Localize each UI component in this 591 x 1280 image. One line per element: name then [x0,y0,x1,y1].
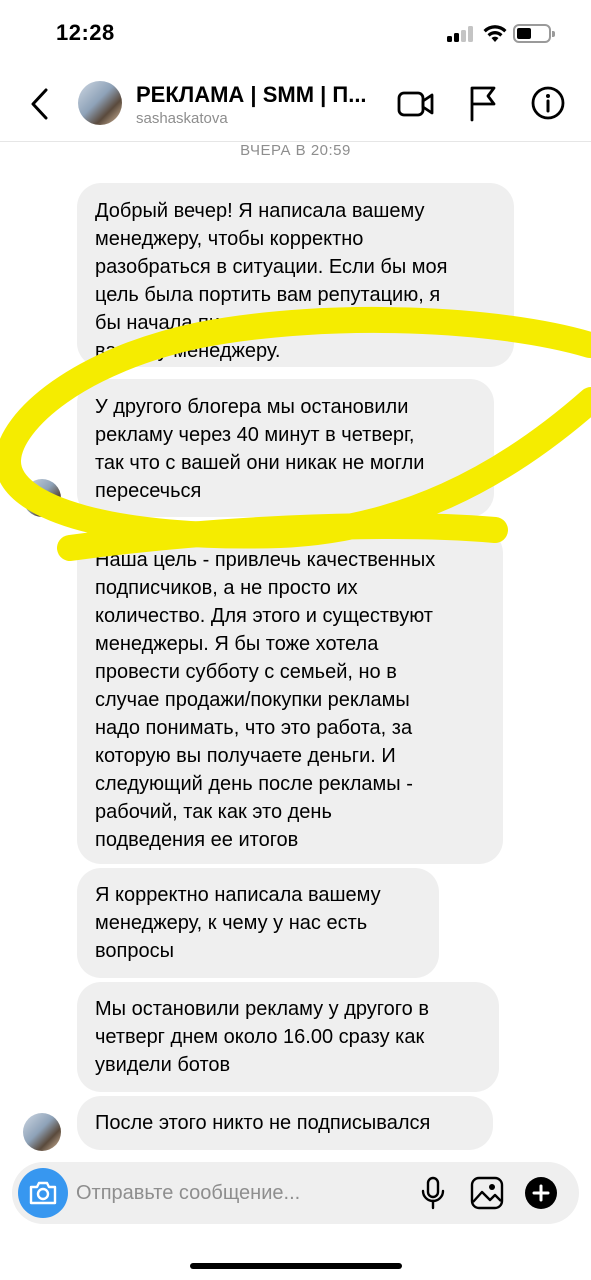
chat-username[interactable]: sashaskatova [136,110,228,127]
message-text: У другого блогера мы остановили рекламу … [95,396,425,502]
message-bubble[interactable]: Я корректно написала вашему менеджеру, к… [77,868,439,978]
image-gallery-icon [470,1176,504,1210]
cellular-signal-icon [447,26,475,42]
chat-title[interactable]: РЕКЛАМА | SMM | П... [136,82,367,108]
chevron-left-icon [31,88,48,120]
camera-button[interactable] [18,1168,68,1218]
gallery-button[interactable] [470,1176,504,1210]
status-time: 12:28 [56,20,115,45]
status-bar: 12:28 [0,0,591,68]
message-composer [12,1162,579,1224]
battery-icon [513,24,555,43]
message-bubble[interactable]: Добрый вечер! Я написала вашему менеджер… [77,183,514,367]
message-bubble[interactable]: Наша цель - привлечь качественных подпис… [77,529,503,864]
home-indicator [190,1263,402,1269]
message-bubble[interactable]: Мы остановили рекламу у другого в четвер… [77,982,499,1092]
microphone-icon [421,1176,445,1210]
more-options-button[interactable] [524,1176,558,1210]
message-text: Мы остановили рекламу у другого в четвер… [95,998,429,1076]
report-button[interactable] [466,84,500,122]
camera-icon [29,1181,57,1205]
back-button[interactable] [22,84,58,124]
sender-avatar[interactable] [23,1113,61,1151]
flag-icon [470,86,496,122]
message-text: Наша цель - привлечь качественных подпис… [95,549,436,851]
message-text: После этого никто не подписывался [95,1112,431,1134]
message-bubble[interactable]: У другого блогера мы остановили рекламу … [77,379,494,517]
message-text: Добрый вечер! Я написала вашему менеджер… [95,200,448,362]
info-button[interactable] [530,85,566,121]
wifi-icon [483,25,507,42]
sender-avatar[interactable] [23,479,61,517]
chat-header: РЕКЛАМА | SMM | П... sashaskatova [0,68,591,142]
message-input[interactable] [76,1162,406,1224]
message-timestamp: ВЧЕРА В 20:59 [240,142,351,159]
info-icon [531,86,565,120]
avatar[interactable] [78,81,122,125]
message-text: Я корректно написала вашему менеджеру, к… [95,884,381,962]
plus-circle-icon [525,1177,557,1209]
message-bubble[interactable]: После этого никто не подписывался [77,1096,493,1150]
voice-message-button[interactable] [420,1176,446,1210]
video-call-button[interactable] [396,86,436,122]
video-camera-icon [397,91,434,117]
